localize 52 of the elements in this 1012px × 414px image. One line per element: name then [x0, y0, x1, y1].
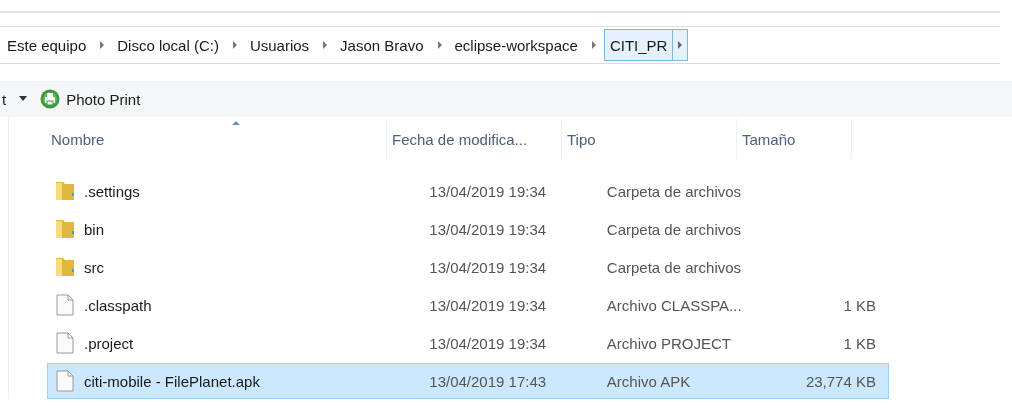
chevron-right-icon[interactable]: [98, 40, 107, 50]
breadcrumb-item[interactable]: Este equipo: [0, 36, 95, 54]
table-cell-text: Archivo APK: [605, 371, 692, 392]
table-cell-text: Carpeta de archivos: [605, 257, 743, 278]
breadcrumb-item[interactable]: Disco local (C:): [110, 36, 227, 54]
table-cell: 1 KB: [843, 296, 876, 314]
breadcrumb-item[interactable]: CITI_PR: [603, 29, 689, 61]
folder-icon: [54, 257, 76, 277]
file-name: bin: [84, 220, 105, 238]
sort-arrow-icon: [231, 120, 241, 126]
file-row[interactable]: .classpath 13/04/2019 19:34 Archivo CLASSPA... 1 KB: [47, 287, 889, 323]
file-icon: [54, 370, 76, 392]
table-cell-text: 13/04/2019 19:34: [428, 219, 548, 240]
printer-icon: [40, 89, 61, 109]
file-row[interactable]: citi-mobile - FilePlanet.apk 13/04/2019 17:43 Archivo APK 23,774 KB: [47, 363, 889, 399]
column-header[interactable]: Tipo: [562, 119, 737, 159]
file-icon: [54, 332, 76, 354]
toolbar-label: t: [2, 90, 7, 108]
breadcrumb-item[interactable]: Usuarios: [242, 36, 318, 54]
file-name: .project: [84, 334, 134, 352]
file-name: .classpath: [84, 296, 152, 314]
chevron-right-icon[interactable]: [321, 40, 330, 50]
table-cell: 23,774 KB: [805, 372, 876, 390]
column-header[interactable]: Tamaño: [737, 119, 852, 159]
file-name: citi-mobile - FilePlanet.apk: [84, 372, 260, 390]
table-cell-text: Carpeta de archivos: [605, 219, 743, 240]
breadcrumb-item[interactable]: Jason Bravo: [333, 36, 432, 54]
file-row[interactable]: .settings 13/04/2019 19:34 Carpeta de archivos: [47, 173, 889, 209]
table-cell: 1 KB: [843, 334, 876, 352]
breadcrumb-item[interactable]: eclipse-workspace: [447, 36, 586, 54]
file-row[interactable]: src 13/04/2019 19:34 Carpeta de archivos: [47, 249, 889, 285]
file-name: .settings: [84, 182, 140, 200]
chevron-right-icon[interactable]: [435, 40, 444, 50]
file-row[interactable]: .project 13/04/2019 19:34 Archivo PROJECT 1 KB: [47, 325, 889, 361]
dropdown-caret-icon[interactable]: [18, 95, 29, 103]
toolbar-item[interactable]: Photo Print: [40, 89, 141, 109]
table-cell-text: 13/04/2019 19:34: [428, 295, 548, 316]
file-row[interactable]: bin 13/04/2019 19:34 Carpeta de archivos: [47, 211, 889, 247]
column-header[interactable]: Fecha de modifica...: [387, 119, 562, 159]
file-name: src: [84, 258, 104, 276]
table-cell-text: 13/04/2019 19:34: [428, 181, 548, 202]
table-cell-text: 13/04/2019 19:34: [428, 257, 548, 278]
chevron-right-icon[interactable]: [230, 40, 239, 50]
table-cell-text: Archivo CLASSPA...: [605, 295, 743, 316]
folder-icon: [54, 219, 76, 239]
table-cell-text: Carpeta de archivos: [605, 181, 743, 202]
file-icon: [54, 294, 76, 316]
table-cell-text: 13/04/2019 17:43: [428, 371, 548, 392]
folder-icon: [54, 181, 76, 201]
table-cell-text: Archivo PROJECT: [605, 333, 733, 354]
table-cell-text: 13/04/2019 19:34: [428, 333, 548, 354]
chevron-right-icon[interactable]: [589, 40, 598, 50]
